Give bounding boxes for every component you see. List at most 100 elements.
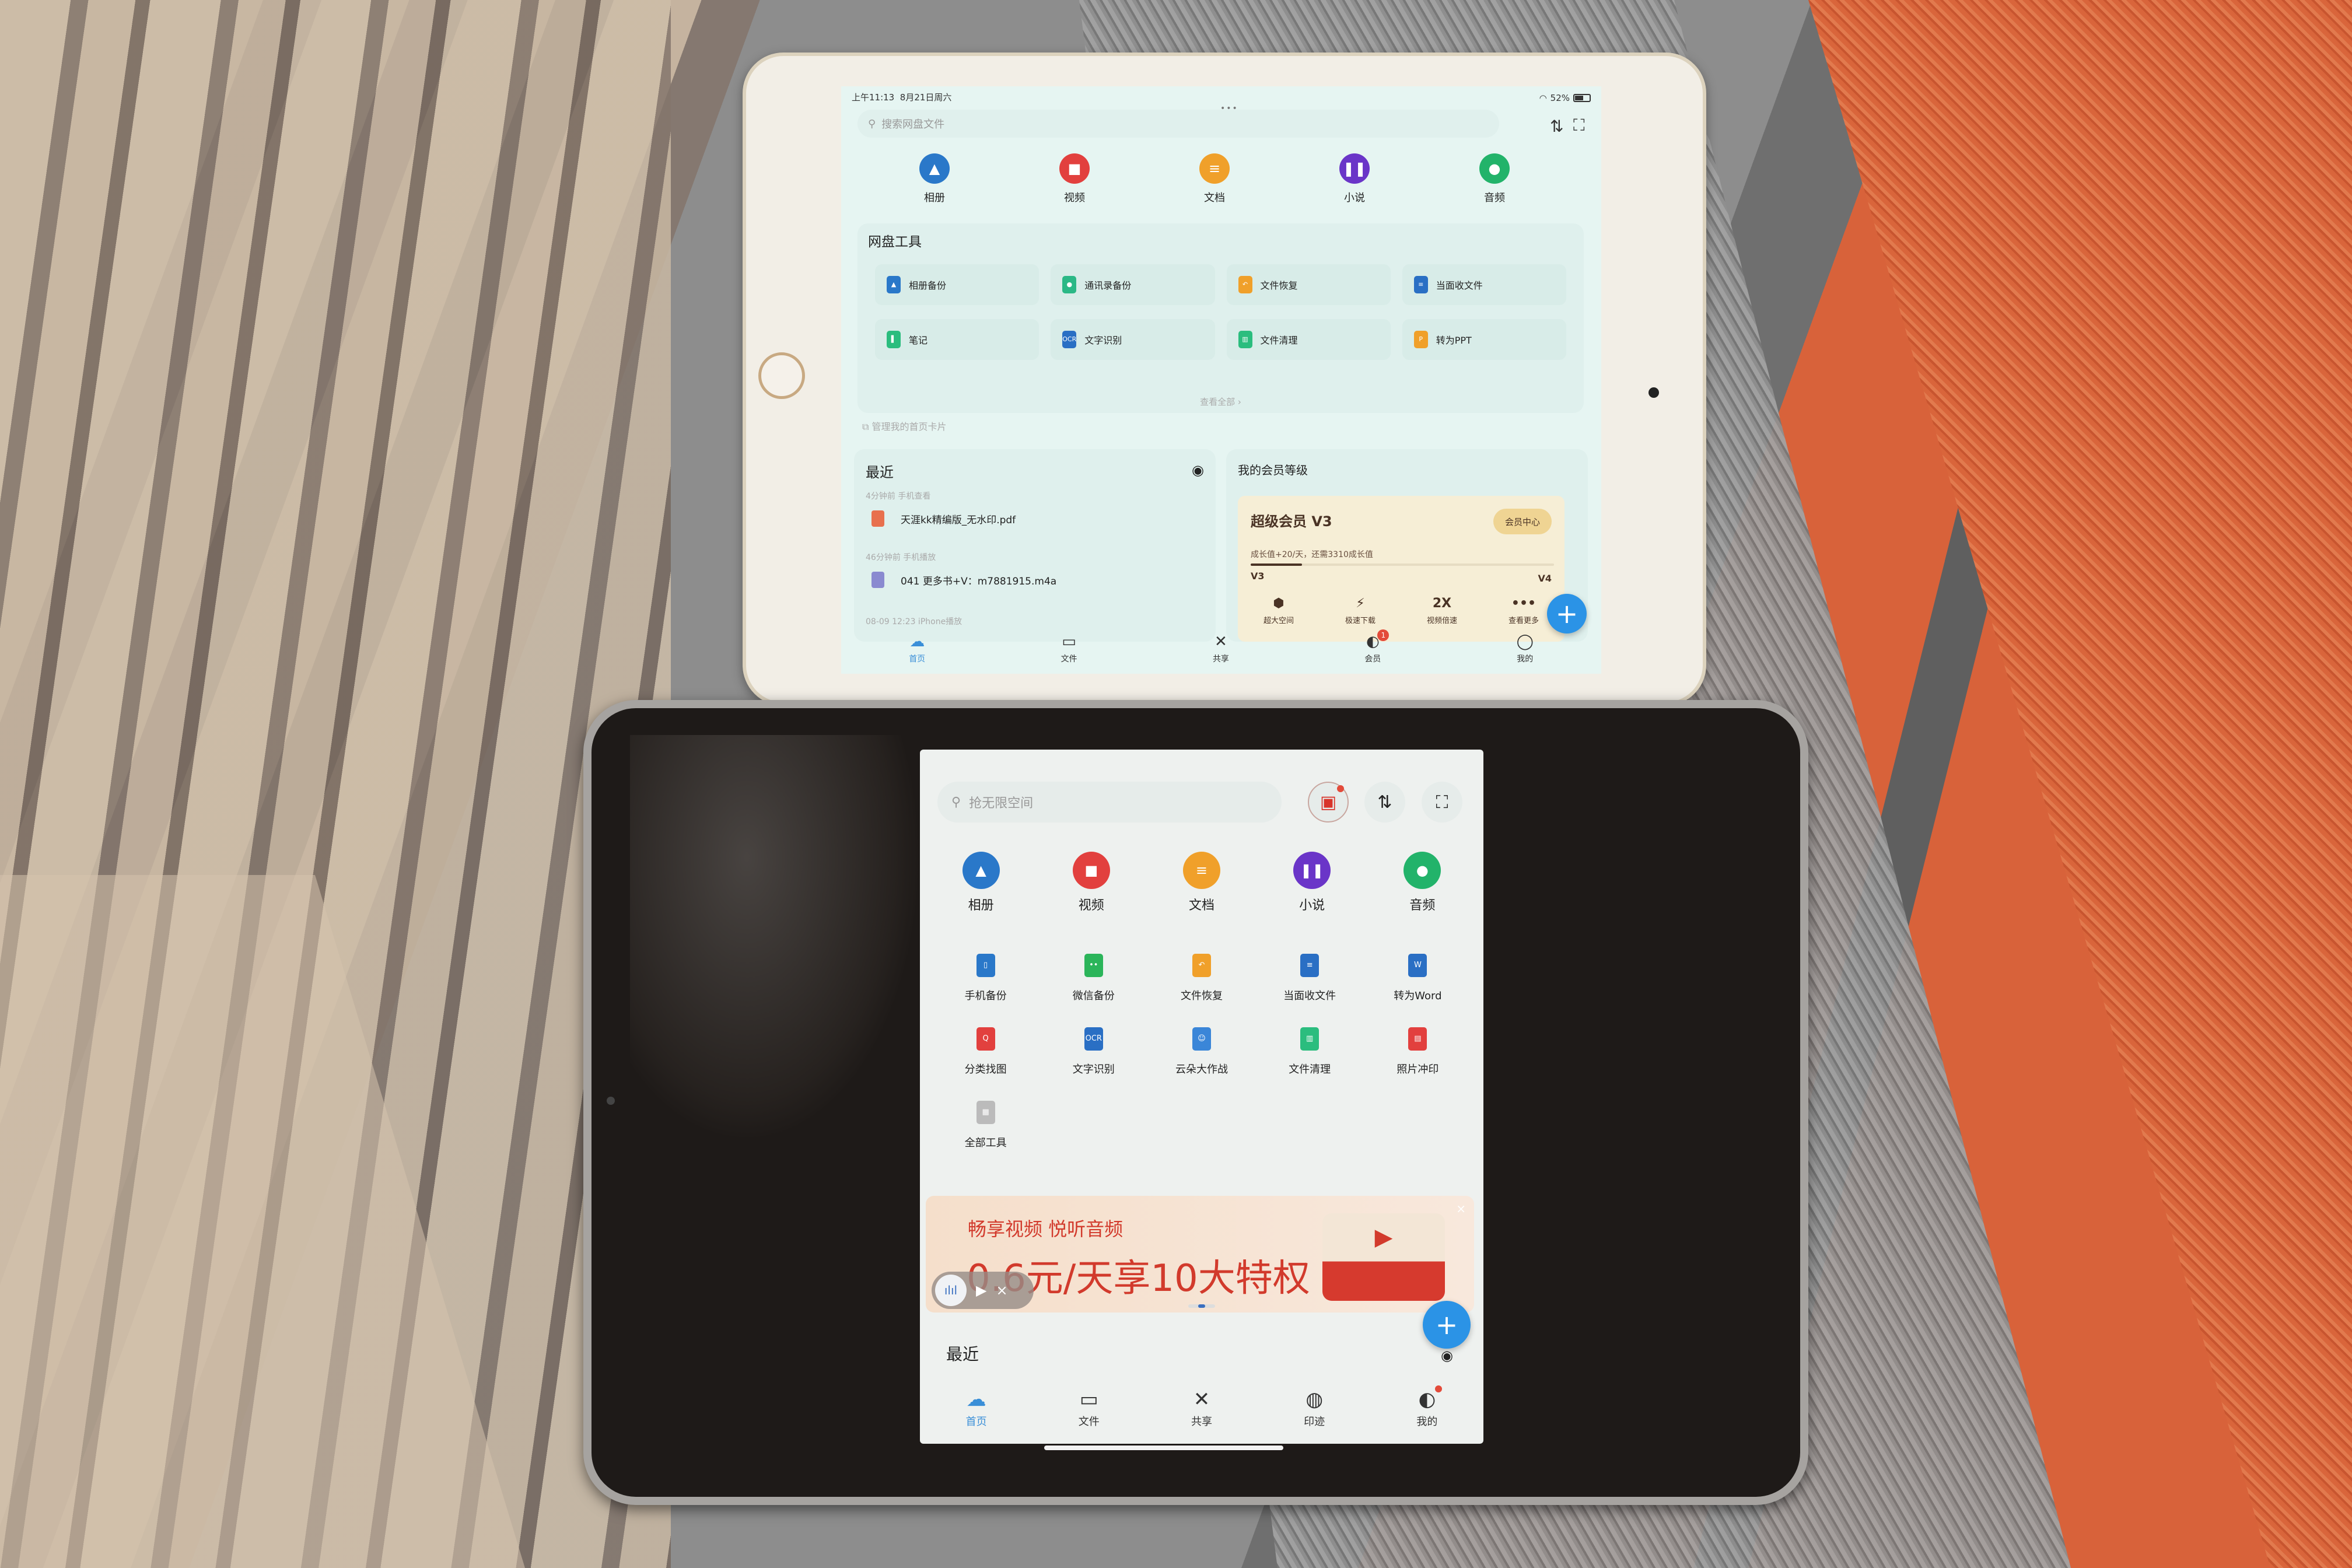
manage-cards-link[interactable]: ⧉ 管理我的首页卡片 — [862, 419, 947, 433]
tool-icon: ▥ — [1300, 1027, 1320, 1051]
perk-item[interactable]: 2X 视频倍速 — [1427, 596, 1457, 625]
perk-label: 视频倍速 — [1426, 617, 1457, 625]
search-input[interactable]: ⚲ 抢无限空间 — [937, 782, 1282, 822]
tool-item[interactable]: ▲ 相册备份 — [875, 264, 1040, 305]
add-fab-button[interactable]: + — [1423, 1301, 1471, 1349]
battery-percent: 52% — [1550, 93, 1570, 103]
audio-mini-player[interactable]: ılıl ▶ × — [932, 1272, 1034, 1309]
home-button[interactable] — [758, 352, 805, 399]
transfer-button[interactable]: ⇅ — [1364, 782, 1405, 822]
nav-label: 首页 — [909, 654, 926, 664]
status-bar: 上午11:13 8月21日周六 ◠ 52% — [852, 91, 1591, 105]
box-icon: ⬢ — [1273, 596, 1284, 611]
audio-file-icon — [872, 572, 884, 588]
category-document[interactable]: ≡ 文档 — [1199, 153, 1230, 205]
category-album[interactable]: ▲ 相册 — [919, 153, 950, 205]
category-item-4[interactable]: ● 音频 — [1404, 852, 1441, 914]
nav-tab-4[interactable]: ◯ 我的 — [1517, 633, 1534, 674]
tools-card: 网盘工具 ▲ 相册备份 ● 通讯录备份 ↶ 文件恢复 ≡ 当面收文件 ▌ 笔记 OCR 文字识别 ▥ 文件… — [858, 223, 1584, 413]
search-input[interactable]: ⚲ 搜索网盘文件 — [858, 110, 1499, 138]
tool-label: 文字识别 — [1072, 1063, 1115, 1076]
perk-item[interactable]: ⚡ 极速下载 — [1345, 596, 1376, 625]
recent-file[interactable]: 天涯kk精编版_无水印.pdf — [872, 510, 1016, 527]
category-item-2[interactable]: ≡ 文档 — [1182, 852, 1220, 914]
perk-item[interactable]: ⬢ 超大空间 — [1264, 596, 1294, 625]
nav-tab-0[interactable]: ☁ 首页 — [966, 1388, 987, 1440]
nav-tab-3[interactable]: ◍ 印迹 — [1304, 1388, 1325, 1440]
recent-meta: 4分钟前 手机查看 — [866, 492, 931, 501]
recent-file-name: 天涯kk精编版_无水印.pdf — [901, 514, 1016, 526]
scan-icon[interactable]: ⛶ — [1573, 116, 1585, 135]
nav-label: 共享 — [1212, 654, 1229, 664]
gift-button[interactable]: ▣ — [1308, 782, 1349, 822]
category-video[interactable]: ■ 视频 — [1059, 153, 1090, 205]
tool-item[interactable]: Q 分类找图 — [932, 1027, 1040, 1076]
tool-item[interactable]: ▥ 文件清理 — [1226, 319, 1391, 360]
play-button[interactable]: ▶ — [976, 1282, 986, 1298]
tool-label: 分类找图 — [964, 1063, 1007, 1076]
view-all-tools-link[interactable]: 查看全部 › — [858, 396, 1584, 408]
category-item-0[interactable]: ▲ 相册 — [962, 852, 1000, 914]
tool-item[interactable]: ↶ 文件恢复 — [1226, 264, 1391, 305]
nav-icon: ▭ — [1079, 1388, 1098, 1411]
status-date: 8月21日周六 — [900, 92, 952, 103]
nav-icon: ◐ — [1418, 1388, 1436, 1411]
nav-tab-1[interactable]: ▭ 文件 — [1079, 1388, 1100, 1440]
nav-tab-2[interactable]: ✕ 共享 — [1191, 1388, 1212, 1440]
gift-notification-dot — [1337, 785, 1344, 792]
tool-item[interactable]: ↶ 文件恢复 — [1147, 954, 1255, 1003]
tool-item[interactable]: ▌ 笔记 — [875, 319, 1040, 360]
nav-tab-2[interactable]: ✕ 共享 — [1213, 633, 1229, 674]
eye-icon[interactable]: ◉ — [1441, 1348, 1453, 1364]
status-time: 上午11:13 — [852, 92, 895, 103]
recent-file[interactable]: 041 更多书+V：m7881915.m4a — [872, 572, 1056, 588]
nav-tab-3[interactable]: ◐ 会员 1 — [1364, 629, 1390, 674]
member-center-button[interactable]: 会员中心 — [1493, 509, 1552, 534]
nav-icon: ◍ — [1306, 1388, 1323, 1411]
wifi-icon: ◠ — [1539, 93, 1547, 103]
perk-item[interactable]: ••• 查看更多 — [1508, 596, 1539, 625]
tool-item[interactable]: ☺ 云朵大作战 — [1147, 1027, 1255, 1076]
tools-grid: ▲ 相册备份 ● 通讯录备份 ↶ 文件恢复 ≡ 当面收文件 ▌ 笔记 OCR 文字识别 ▥ 文件清理 P 转为… — [875, 264, 1566, 360]
tool-icon: OCR — [1084, 1027, 1103, 1051]
category-novel[interactable]: ❚❚ 小说 — [1339, 153, 1370, 205]
tool-icon: ● — [1062, 276, 1077, 293]
tool-item[interactable]: ▥ 文件清理 — [1256, 1027, 1364, 1076]
scan-button[interactable]: ⛶ — [1422, 782, 1462, 822]
tool-item[interactable]: P 转为PPT — [1402, 319, 1566, 360]
play-icon: ▶ — [1374, 1224, 1393, 1251]
nav-tab-4[interactable]: ◐ 我的 — [1416, 1385, 1443, 1440]
tool-item[interactable]: W 转为Word — [1364, 954, 1472, 1003]
tool-item[interactable]: •• 微信备份 — [1040, 954, 1147, 1003]
tool-label: 当面收文件 — [1283, 990, 1336, 1002]
tool-item[interactable]: OCR 文字识别 — [1051, 319, 1215, 360]
eye-icon[interactable]: ◉ — [1192, 462, 1204, 478]
front-camera — [1648, 387, 1659, 398]
nav-tab-1[interactable]: ▭ 文件 — [1061, 633, 1077, 674]
category-audio[interactable]: ● 音频 — [1479, 153, 1510, 205]
category-item-1[interactable]: ■ 视频 — [1072, 852, 1110, 914]
banner-close-button[interactable]: × — [1456, 1202, 1466, 1216]
category-item-3[interactable]: ❚❚ 小说 — [1293, 852, 1331, 914]
nav-tab-0[interactable]: ☁ 首页 — [909, 633, 925, 674]
tool-icon: ▌ — [887, 331, 901, 348]
scan-icon: ⛶ — [1436, 792, 1448, 813]
album-icon: ▲ — [919, 153, 950, 184]
home-indicator[interactable] — [1044, 1446, 1283, 1450]
tool-item[interactable]: ▯ 手机备份 — [932, 954, 1040, 1003]
tool-item[interactable]: ▤ 照片冲印 — [1364, 1027, 1472, 1076]
nav-label: 首页 — [965, 1416, 987, 1428]
tool-item[interactable]: ≡ 当面收文件 — [1402, 264, 1566, 305]
tool-item[interactable]: ● 通讯录备份 — [1051, 264, 1215, 305]
vip-level-title: 超级会员 V3 — [1251, 513, 1332, 530]
nav-icon: ☁ — [966, 1388, 986, 1411]
tool-item[interactable]: ▦ 全部工具 — [932, 1101, 1040, 1150]
tool-item[interactable]: ≡ 当面收文件 — [1256, 954, 1364, 1003]
member-title: 我的会员等级 — [1238, 463, 1308, 477]
tool-item[interactable]: OCR 文字识别 — [1040, 1027, 1147, 1076]
transfer-icon: ⇅ — [1377, 792, 1392, 813]
transfer-icon[interactable]: ⇅ — [1550, 117, 1563, 136]
player-close-button[interactable]: × — [996, 1282, 1007, 1298]
add-fab-button[interactable]: + — [1547, 594, 1587, 634]
audio-icon: ● — [1479, 153, 1510, 184]
